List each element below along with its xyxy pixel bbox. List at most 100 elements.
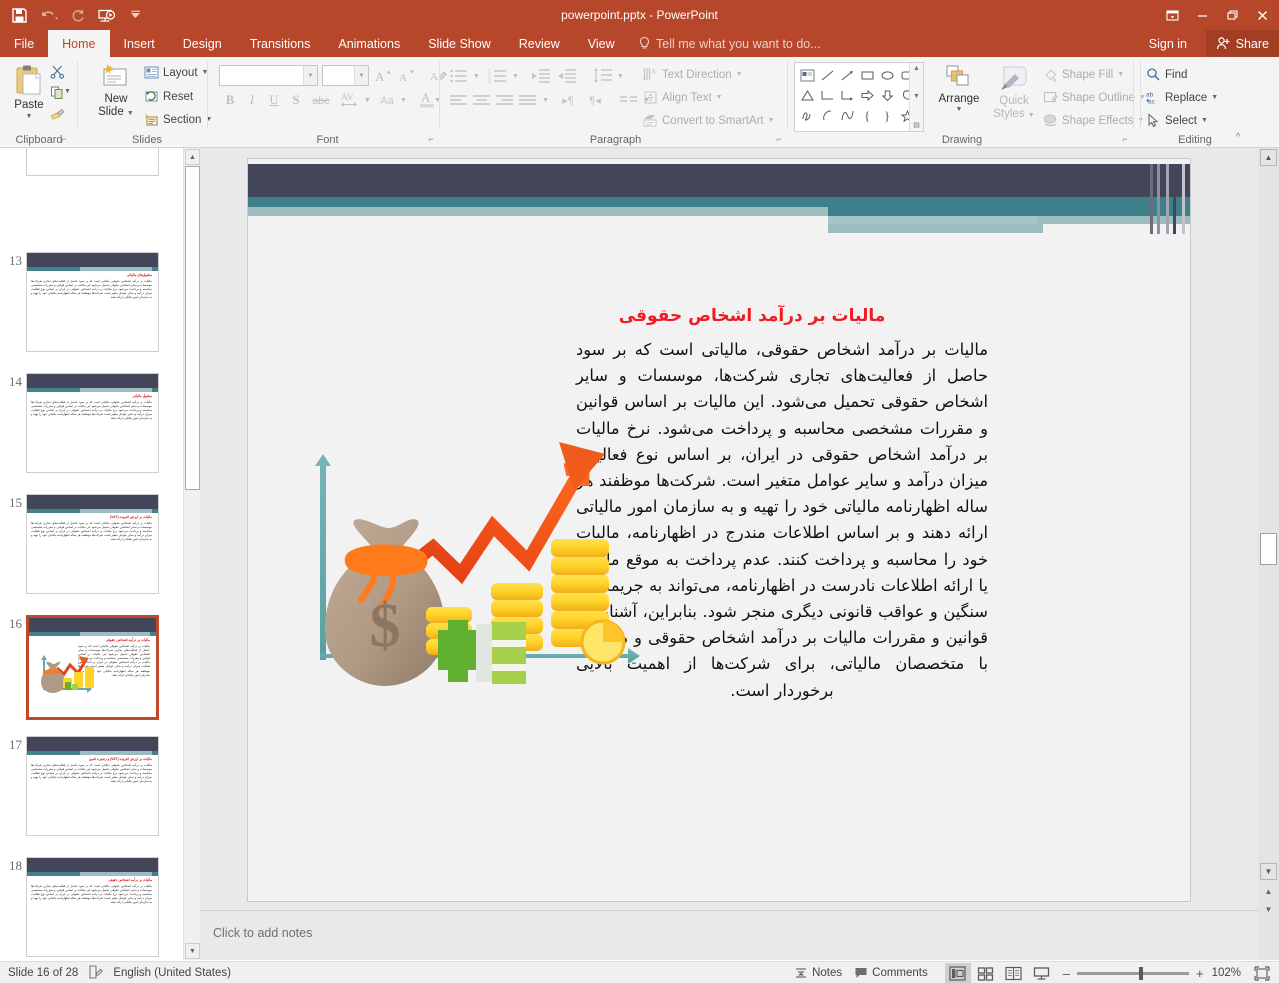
tab-home[interactable]: Home bbox=[48, 30, 110, 57]
shape-curve[interactable] bbox=[837, 105, 857, 125]
slide-thumbnail-13[interactable]: مشوق‌های مالیاتی مالیات بر درآمد اشخاص حق… bbox=[26, 252, 159, 352]
tab-view[interactable]: View bbox=[574, 30, 629, 57]
increase-font-size-button[interactable]: A bbox=[373, 65, 395, 86]
fit-slide-button[interactable] bbox=[1249, 963, 1275, 983]
cut-button[interactable] bbox=[46, 61, 68, 82]
replace-button[interactable]: ab ac Replace ▼ bbox=[1146, 90, 1218, 106]
shape-scribble[interactable] bbox=[797, 105, 817, 125]
line-spacing-button[interactable] bbox=[591, 65, 615, 86]
start-from-beginning-icon[interactable] bbox=[93, 2, 119, 28]
language-indicator[interactable]: English (United States) bbox=[113, 967, 231, 979]
money-bag-coins-growth-chart-illustration[interactable]: $ bbox=[283, 424, 673, 724]
gallery-scroll-up-icon[interactable]: ▲ bbox=[913, 65, 920, 72]
increase-indent-button[interactable] bbox=[555, 65, 579, 86]
collapse-ribbon-button[interactable]: ^ bbox=[1232, 132, 1244, 144]
share-button[interactable]: Share bbox=[1205, 30, 1279, 57]
shape-elbow-connector[interactable] bbox=[817, 85, 837, 105]
slide-thumbnail-16[interactable]: مالیات بر درآمد اشخاص حقوقی مالیات بر درآ… bbox=[26, 615, 159, 720]
shapes-gallery-scrollbar[interactable]: ▲ ▼ ▤ bbox=[909, 63, 923, 131]
shape-textbox[interactable] bbox=[797, 65, 817, 85]
tab-file[interactable]: File bbox=[0, 30, 48, 57]
italic-button[interactable]: I bbox=[241, 90, 263, 111]
clipboard-dialog-launcher[interactable]: ⌐ bbox=[58, 133, 70, 145]
previous-slide-icon[interactable]: ▲ bbox=[1260, 884, 1277, 899]
copy-dropdown-icon[interactable]: ▼ bbox=[64, 88, 71, 95]
notes-placeholder[interactable]: Click to add notes bbox=[213, 926, 312, 940]
reading-view-button[interactable] bbox=[1001, 963, 1027, 983]
select-button[interactable]: Select ▼ bbox=[1146, 113, 1208, 128]
select-dropdown-icon[interactable]: ▼ bbox=[1201, 117, 1208, 124]
notes-pane[interactable]: Click to add notes bbox=[200, 910, 1258, 960]
normal-view-button[interactable] bbox=[944, 963, 971, 983]
numbering-button[interactable]: 123 bbox=[486, 65, 510, 86]
font-name-input[interactable]: ▼ bbox=[219, 65, 318, 86]
align-text-dropdown-icon[interactable]: ▼ bbox=[716, 94, 723, 101]
decrease-font-size-button[interactable]: A bbox=[397, 65, 419, 86]
shape-elbow-arrow-connector[interactable] bbox=[837, 85, 857, 105]
slide-thumbnail-14[interactable]: مشوق مالیاتی مالیات بر درآمد اشخاص حقوقی … bbox=[26, 373, 159, 473]
bullets-dropdown-icon[interactable]: ▼ bbox=[473, 73, 480, 80]
columns-dropdown-icon[interactable]: ▼ bbox=[542, 97, 549, 104]
tab-animations[interactable]: Animations bbox=[324, 30, 414, 57]
zoom-slider[interactable]: – + bbox=[1057, 966, 1210, 981]
bold-button[interactable]: B bbox=[219, 90, 241, 111]
ribbon-display-options-icon[interactable] bbox=[1157, 2, 1187, 28]
shape-rectangle[interactable] bbox=[857, 65, 877, 85]
tell-me-search[interactable]: Tell me what you want to do... bbox=[638, 30, 821, 57]
shape-left-brace[interactable]: { bbox=[857, 105, 877, 125]
bullets-button[interactable] bbox=[447, 65, 471, 86]
slide-thumbnail-18[interactable]: مالیات بر درآمد اشخاص حقیقی مالیات بر درآ… bbox=[26, 857, 159, 957]
next-slide-icon[interactable]: ▼ bbox=[1260, 902, 1277, 917]
find-button[interactable]: Find bbox=[1146, 67, 1187, 82]
arrange-dropdown-icon[interactable]: ▼ bbox=[956, 106, 963, 113]
shape-right-arrow[interactable] bbox=[857, 85, 877, 105]
change-case-dropdown-icon[interactable]: ▼ bbox=[400, 97, 407, 104]
thumb-scroll-up-icon[interactable]: ▲ bbox=[185, 149, 200, 165]
convert-to-smartart-button[interactable]: Convert to SmartArt ▼ bbox=[643, 113, 775, 128]
shapes-gallery[interactable]: { } ▲ ▼ ▤ bbox=[794, 62, 924, 132]
slide-thumbnail-17[interactable]: مالیات بر ارزش افزوده (VAT) و زنجیره تام… bbox=[26, 736, 159, 836]
character-spacing-button[interactable]: AV bbox=[337, 89, 363, 110]
shape-fill-dropdown-icon[interactable]: ▼ bbox=[1117, 71, 1124, 78]
canvas-vertical-scrollbar[interactable]: ▲ ▼ ▲ ▼ bbox=[1258, 148, 1279, 960]
zoom-track[interactable] bbox=[1076, 966, 1189, 980]
zoom-knob[interactable] bbox=[1138, 966, 1143, 980]
slide-thumbnail-15[interactable]: مالیات بر ارزش افزوده (VAT) مالیات بر درآ… bbox=[26, 494, 159, 594]
font-name-dropdown-icon[interactable]: ▼ bbox=[303, 66, 317, 85]
shape-fill-button[interactable]: Shape Fill ▼ bbox=[1043, 67, 1124, 82]
zoom-in-button[interactable]: + bbox=[1196, 966, 1204, 981]
zoom-percent[interactable]: 102% bbox=[1212, 967, 1247, 979]
slide-counter[interactable]: Slide 16 of 28 bbox=[8, 967, 78, 979]
customize-qat-icon[interactable] bbox=[122, 2, 148, 28]
slide-thumbnail-prev[interactable]: وجه الضمانمالیات بر درآمد اشخاص حقوقی ما… bbox=[26, 148, 159, 176]
slide-sorter-view-button[interactable] bbox=[973, 963, 999, 983]
new-slide-dropdown-icon[interactable]: ▼ bbox=[127, 110, 134, 117]
save-icon[interactable] bbox=[6, 2, 32, 28]
replace-dropdown-icon[interactable]: ▼ bbox=[1211, 94, 1218, 101]
align-right-button[interactable] bbox=[493, 90, 517, 111]
shape-triangle[interactable] bbox=[797, 85, 817, 105]
character-spacing-dropdown-icon[interactable]: ▼ bbox=[364, 97, 371, 104]
shape-arc[interactable] bbox=[817, 105, 837, 125]
font-size-input[interactable]: ▼ bbox=[322, 65, 369, 86]
columns-button[interactable] bbox=[617, 90, 641, 111]
shape-line[interactable] bbox=[817, 65, 837, 85]
new-slide-button[interactable]: New Slide ▼ bbox=[92, 63, 140, 120]
redo-icon[interactable] bbox=[64, 2, 90, 28]
canvas-scroll-thumb[interactable] bbox=[1260, 533, 1277, 565]
tab-transitions[interactable]: Transitions bbox=[236, 30, 325, 57]
paste-dropdown-icon[interactable]: ▼ bbox=[26, 113, 33, 120]
thumbnail-pane-scrollbar[interactable]: ▲ ▼ bbox=[183, 148, 200, 960]
change-case-button[interactable]: Aa bbox=[375, 90, 399, 111]
quick-styles-dropdown-icon[interactable]: ▼ bbox=[1028, 112, 1035, 119]
text-direction-dropdown-icon[interactable]: ▼ bbox=[736, 71, 743, 78]
shape-effects-button[interactable]: Shape Effects ▼ bbox=[1043, 113, 1144, 128]
slide-thumbnail-pane[interactable]: وجه الضمانمالیات بر درآمد اشخاص حقوقی ما… bbox=[0, 148, 183, 960]
slide-title[interactable]: مالیات بر درآمد اشخاص حقوقی bbox=[382, 306, 1122, 326]
maximize-restore-icon[interactable] bbox=[1217, 2, 1247, 28]
align-center-button[interactable] bbox=[470, 90, 494, 111]
shape-outline-button[interactable]: Shape Outline ▼ bbox=[1043, 90, 1146, 105]
text-direction-button[interactable]: A Text Direction ▼ bbox=[643, 67, 743, 82]
minimize-icon[interactable] bbox=[1187, 2, 1217, 28]
drawing-dialog-launcher[interactable]: ⌐ bbox=[1119, 133, 1131, 145]
